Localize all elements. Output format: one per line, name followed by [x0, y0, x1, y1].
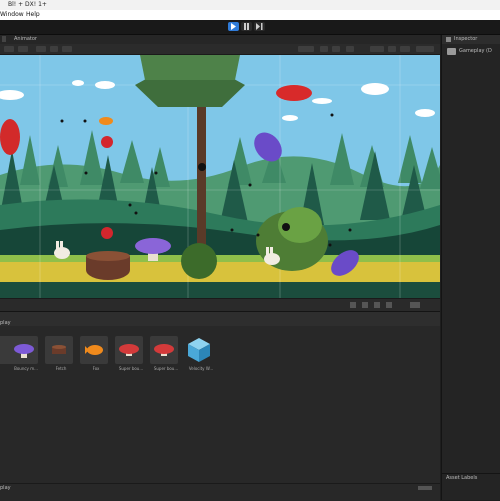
scene-tool-button[interactable]	[62, 46, 72, 52]
scene-footer-button[interactable]	[362, 302, 368, 308]
zoom-slider[interactable]	[418, 486, 432, 490]
asset-label: Fetch	[55, 366, 67, 371]
project-tab-bar: play	[0, 312, 440, 326]
apple	[101, 136, 113, 148]
asset-label: Velocity W...	[188, 366, 214, 371]
scene-tool-button[interactable]	[18, 46, 28, 52]
tab-display[interactable]: play	[0, 320, 11, 326]
purple-mushroom-icon	[14, 344, 34, 358]
purple-mushroom	[135, 238, 171, 254]
window-title-bar: Bl! + DX! 1+	[0, 0, 500, 10]
scene-tool-button[interactable]	[320, 46, 328, 52]
blob-creature	[198, 163, 206, 171]
scene-tool-button[interactable]	[346, 46, 354, 52]
asset-label: Super bou...	[153, 366, 179, 371]
fish	[99, 117, 113, 125]
scene-footer-bar	[0, 298, 440, 311]
inspector-panel: Inspector Gameplay (D Asset Labels	[441, 35, 500, 500]
scene-tool-button[interactable]	[388, 46, 396, 52]
asset-item[interactable]: Super bou...	[115, 336, 145, 371]
scene-tool-button[interactable]	[50, 46, 58, 52]
step-icon	[256, 23, 263, 30]
play-button[interactable]	[228, 22, 239, 31]
scene-tool-button[interactable]	[332, 46, 340, 52]
inspector-item-label: Gameplay (D	[459, 48, 492, 54]
stump-icon	[52, 345, 66, 354]
game-scene	[0, 55, 440, 298]
scene-footer-button[interactable]	[350, 302, 356, 308]
asset-label: Super bou...	[118, 366, 144, 371]
draw-mode-dropdown[interactable]	[298, 46, 314, 52]
asset-label: Fox	[92, 366, 100, 371]
red-mushroom-icon	[119, 344, 139, 356]
apple	[101, 227, 113, 239]
tab-animator[interactable]: Animator	[14, 36, 37, 42]
asset-item[interactable]: Velocity W...	[185, 336, 215, 371]
ground	[0, 260, 440, 282]
cube-icon	[188, 338, 210, 362]
blob-creature	[282, 223, 290, 231]
menu-bar: Window Help	[0, 10, 500, 20]
step-button[interactable]	[254, 22, 265, 31]
asset-item[interactable]: Fetch	[45, 336, 75, 371]
inspector-tab-bar: Inspector	[442, 35, 500, 44]
asset-item[interactable]: Fox	[80, 336, 110, 371]
fish-icon	[85, 345, 103, 355]
asset-labels-label: Asset Labels	[446, 475, 478, 481]
project-footer-label: play	[0, 485, 11, 491]
scene-tab-bar: Animator	[0, 35, 440, 44]
gizmos-button[interactable]	[370, 46, 384, 52]
red-mushroom-icon	[154, 344, 174, 356]
scene-footer-button[interactable]	[386, 302, 392, 308]
pause-icon	[244, 23, 249, 30]
project-panel: play Bouncy m... Fetch Fox Super bou... …	[0, 311, 440, 501]
scene-tool-button[interactable]	[400, 46, 410, 52]
menu-item-window[interactable]: Window	[0, 10, 24, 20]
asset-item[interactable]: Bouncy m...	[10, 336, 40, 371]
round-bush	[181, 243, 217, 279]
scene-tool-button[interactable]	[4, 46, 14, 52]
scene-viewport[interactable]	[0, 55, 440, 298]
asset-label: Bouncy m...	[14, 366, 38, 371]
scene-tab[interactable]	[2, 36, 6, 42]
red-platform	[276, 85, 312, 101]
scene-tool-button[interactable]	[36, 46, 46, 52]
scene-footer-button[interactable]	[374, 302, 380, 308]
play-icon	[231, 23, 236, 30]
tab-inspector[interactable]: Inspector	[454, 36, 477, 42]
asset-item[interactable]: Super bou...	[150, 336, 180, 371]
info-icon	[446, 37, 451, 42]
window-title: Bl! + DX! 1+	[8, 1, 47, 8]
pause-button[interactable]	[241, 22, 252, 31]
folder-icon	[447, 48, 456, 55]
scene-footer-button[interactable]	[410, 302, 420, 308]
scene-view-dropdown[interactable]	[416, 46, 434, 52]
main-toolbar	[0, 20, 500, 35]
menu-item-help[interactable]: Help	[26, 10, 40, 20]
scene-toolbar	[0, 44, 440, 55]
